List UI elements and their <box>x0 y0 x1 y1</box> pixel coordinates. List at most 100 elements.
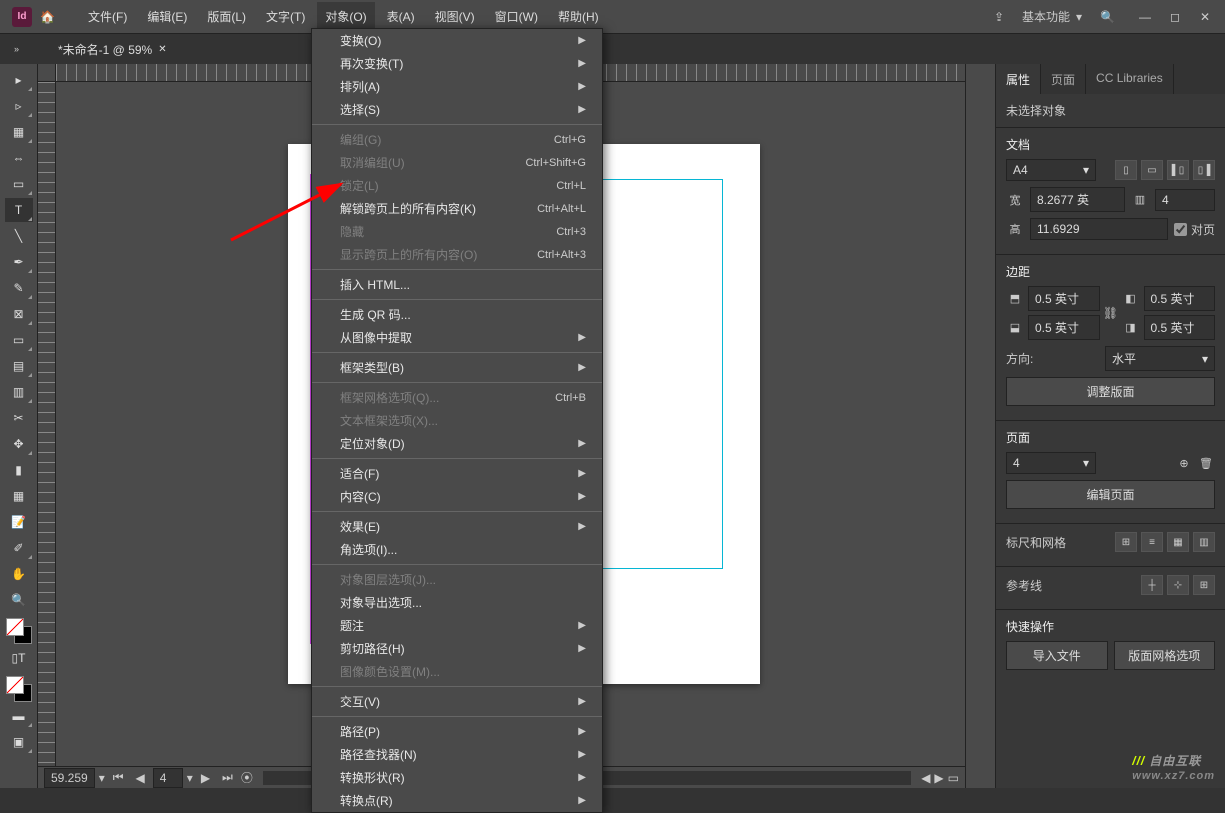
menu-view[interactable]: 视图(V) <box>427 2 483 31</box>
apply-color[interactable]: ▬ <box>5 704 33 728</box>
menu-item-row[interactable]: 转换点(R)▶ <box>312 789 602 812</box>
share-icon[interactable]: ⇪ <box>994 10 1004 24</box>
gap-tool[interactable]: ⇔ <box>5 146 33 170</box>
eyedropper-tool[interactable]: ✐ <box>5 536 33 560</box>
delete-page-icon[interactable]: 🗑 <box>1197 454 1215 472</box>
zoom-tool[interactable]: 🔍 <box>5 588 33 612</box>
selection-tool[interactable]: ▸ <box>5 68 33 92</box>
menu-item-row[interactable]: 路径(P)▶ <box>312 720 602 743</box>
link-margins-icon[interactable]: ⛓ <box>1103 306 1118 320</box>
note-tool[interactable]: 📝 <box>5 510 33 534</box>
preflight-icon[interactable]: ⦿ <box>241 769 253 786</box>
workspace-dropdown[interactable]: 基本功能 ▾ <box>1014 4 1090 29</box>
ruler-icon[interactable]: ⊞ <box>1115 532 1137 552</box>
document-tab[interactable]: *未命名-1 @ 59% ✕ <box>50 37 175 62</box>
menu-item-row[interactable]: 变换(O)▶ <box>312 29 602 52</box>
margin-bottom-field[interactable]: 0.5 英寸 <box>1028 315 1100 340</box>
tab-cclibraries[interactable]: CC Libraries <box>1086 64 1174 94</box>
menu-item-row[interactable]: 生成 QR 码... <box>312 303 602 326</box>
menu-item-row[interactable]: 解锁跨页上的所有内容(K)Ctrl+Alt+L <box>312 197 602 220</box>
guides-toggle-icon[interactable]: ┼ <box>1141 575 1163 595</box>
search-icon[interactable]: 🔍 <box>1100 10 1115 24</box>
minimize-button[interactable]: — <box>1131 7 1159 27</box>
expand-panels-icon[interactable]: » <box>14 44 28 54</box>
ruler-vertical[interactable] <box>38 82 56 788</box>
facing-checkbox[interactable]: 对页 <box>1174 221 1215 238</box>
direct-selection-tool[interactable]: ▹ <box>5 94 33 118</box>
last-page-button[interactable]: ⏭ <box>218 770 237 785</box>
page-number-select[interactable]: 4▾ <box>1006 452 1096 474</box>
vgrid-tool[interactable]: ▥ <box>5 380 33 404</box>
pencil-tool[interactable]: ✎ <box>5 276 33 300</box>
new-page-icon[interactable]: ⊕ <box>1175 454 1193 472</box>
next-page-button[interactable]: ▶ <box>197 771 214 785</box>
menu-edit[interactable]: 编辑(E) <box>139 2 195 31</box>
gradient-swatch-tool[interactable]: ▮ <box>5 458 33 482</box>
menu-help[interactable]: 帮助(H) <box>550 2 607 31</box>
menu-item-row[interactable]: 框架类型(B)▶ <box>312 356 602 379</box>
edit-page-button[interactable]: 编辑页面 <box>1006 480 1215 509</box>
margin-left-field[interactable]: 0.5 英寸 <box>1144 286 1216 311</box>
doc-grid-icon[interactable]: ▦ <box>1167 532 1189 552</box>
menu-item-row[interactable]: 再次变换(T)▶ <box>312 52 602 75</box>
import-file-button[interactable]: 导入文件 <box>1006 641 1108 670</box>
menu-item-row[interactable]: 内容(C)▶ <box>312 485 602 508</box>
maximize-button[interactable]: ◻ <box>1161 7 1189 27</box>
menu-item-row[interactable]: 转换形状(R)▶ <box>312 766 602 789</box>
menu-object[interactable]: 对象(O) <box>317 2 374 31</box>
menu-item-row[interactable]: 适合(F)▶ <box>312 462 602 485</box>
grid-options-button[interactable]: 版面网格选项 <box>1114 641 1216 670</box>
rectangle-tool[interactable]: ▭ <box>5 328 33 352</box>
line-tool[interactable]: ╲ <box>5 224 33 248</box>
menu-item-row[interactable]: 对象导出选项... <box>312 591 602 614</box>
menu-item-row[interactable]: 定位对象(D)▶ <box>312 432 602 455</box>
menu-item-row[interactable]: 插入 HTML... <box>312 273 602 296</box>
ruler-origin[interactable] <box>38 64 56 82</box>
menu-item-row[interactable]: 交互(V)▶ <box>312 690 602 713</box>
close-button[interactable]: ✕ <box>1191 7 1219 27</box>
home-icon[interactable]: 🏠 <box>40 10 60 24</box>
pen-tool[interactable]: ✒ <box>5 250 33 274</box>
menu-layout[interactable]: 版面(L) <box>199 2 254 31</box>
view-mode[interactable]: ▣ <box>5 730 33 754</box>
menu-item-row[interactable]: 剪切路径(H)▶ <box>312 637 602 660</box>
menu-item-row[interactable]: 选择(S)▶ <box>312 98 602 121</box>
margin-top-field[interactable]: 0.5 英寸 <box>1028 286 1100 311</box>
menu-item-row[interactable]: 排列(A)▶ <box>312 75 602 98</box>
page-field[interactable]: 4 <box>153 768 183 788</box>
tab-pages[interactable]: 页面 <box>1041 64 1086 94</box>
free-transform-tool[interactable]: ✥ <box>5 432 33 456</box>
fill-stroke-swatch-2[interactable] <box>4 676 34 702</box>
baseline-grid-icon[interactable]: ≡ <box>1141 532 1163 552</box>
panel-strip[interactable] <box>966 64 996 788</box>
bind-left-icon[interactable]: ▌▯ <box>1167 160 1189 180</box>
fill-stroke-swatch[interactable] <box>4 618 34 644</box>
menu-type[interactable]: 文字(T) <box>258 2 313 31</box>
width-field[interactable]: 8.2677 英 <box>1030 187 1125 212</box>
menu-item-row[interactable]: 从图像中提取▶ <box>312 326 602 349</box>
view-toggle-icon[interactable]: ▭ <box>948 771 959 785</box>
menu-window[interactable]: 窗口(W) <box>487 2 546 31</box>
scroll-left-icon[interactable]: ◀ <box>921 771 930 785</box>
pages-field[interactable]: 4 <box>1155 189 1215 211</box>
page-tool[interactable]: ▦ <box>5 120 33 144</box>
adjust-layout-button[interactable]: 调整版面 <box>1006 377 1215 406</box>
rectangle-frame-tool[interactable]: ⊠ <box>5 302 33 326</box>
scroll-right-icon[interactable]: ▶ <box>934 771 943 785</box>
layout-grid-icon[interactable]: ▥ <box>1193 532 1215 552</box>
margin-right-field[interactable]: 0.5 英寸 <box>1144 315 1216 340</box>
scissors-tool[interactable]: ✂ <box>5 406 33 430</box>
menu-item-row[interactable]: 路径查找器(N)▶ <box>312 743 602 766</box>
hand-tool[interactable]: ✋ <box>5 562 33 586</box>
format-container-toggle[interactable]: ▯T <box>5 646 33 670</box>
orientation-select[interactable]: 水平▾ <box>1105 346 1215 371</box>
smart-guides-icon[interactable]: ⊹ <box>1167 575 1189 595</box>
zoom-field[interactable]: 59.259 <box>44 768 95 788</box>
menu-item-row[interactable]: 效果(E)▶ <box>312 515 602 538</box>
lock-guides-icon[interactable]: ⊞ <box>1193 575 1215 595</box>
orient-landscape-icon[interactable]: ▭ <box>1141 160 1163 180</box>
height-field[interactable]: 11.6929 <box>1030 218 1168 240</box>
orient-portrait-icon[interactable]: ▯ <box>1115 160 1137 180</box>
prev-page-button[interactable]: ◀ <box>132 771 149 785</box>
gradient-feather-tool[interactable]: ▦ <box>5 484 33 508</box>
